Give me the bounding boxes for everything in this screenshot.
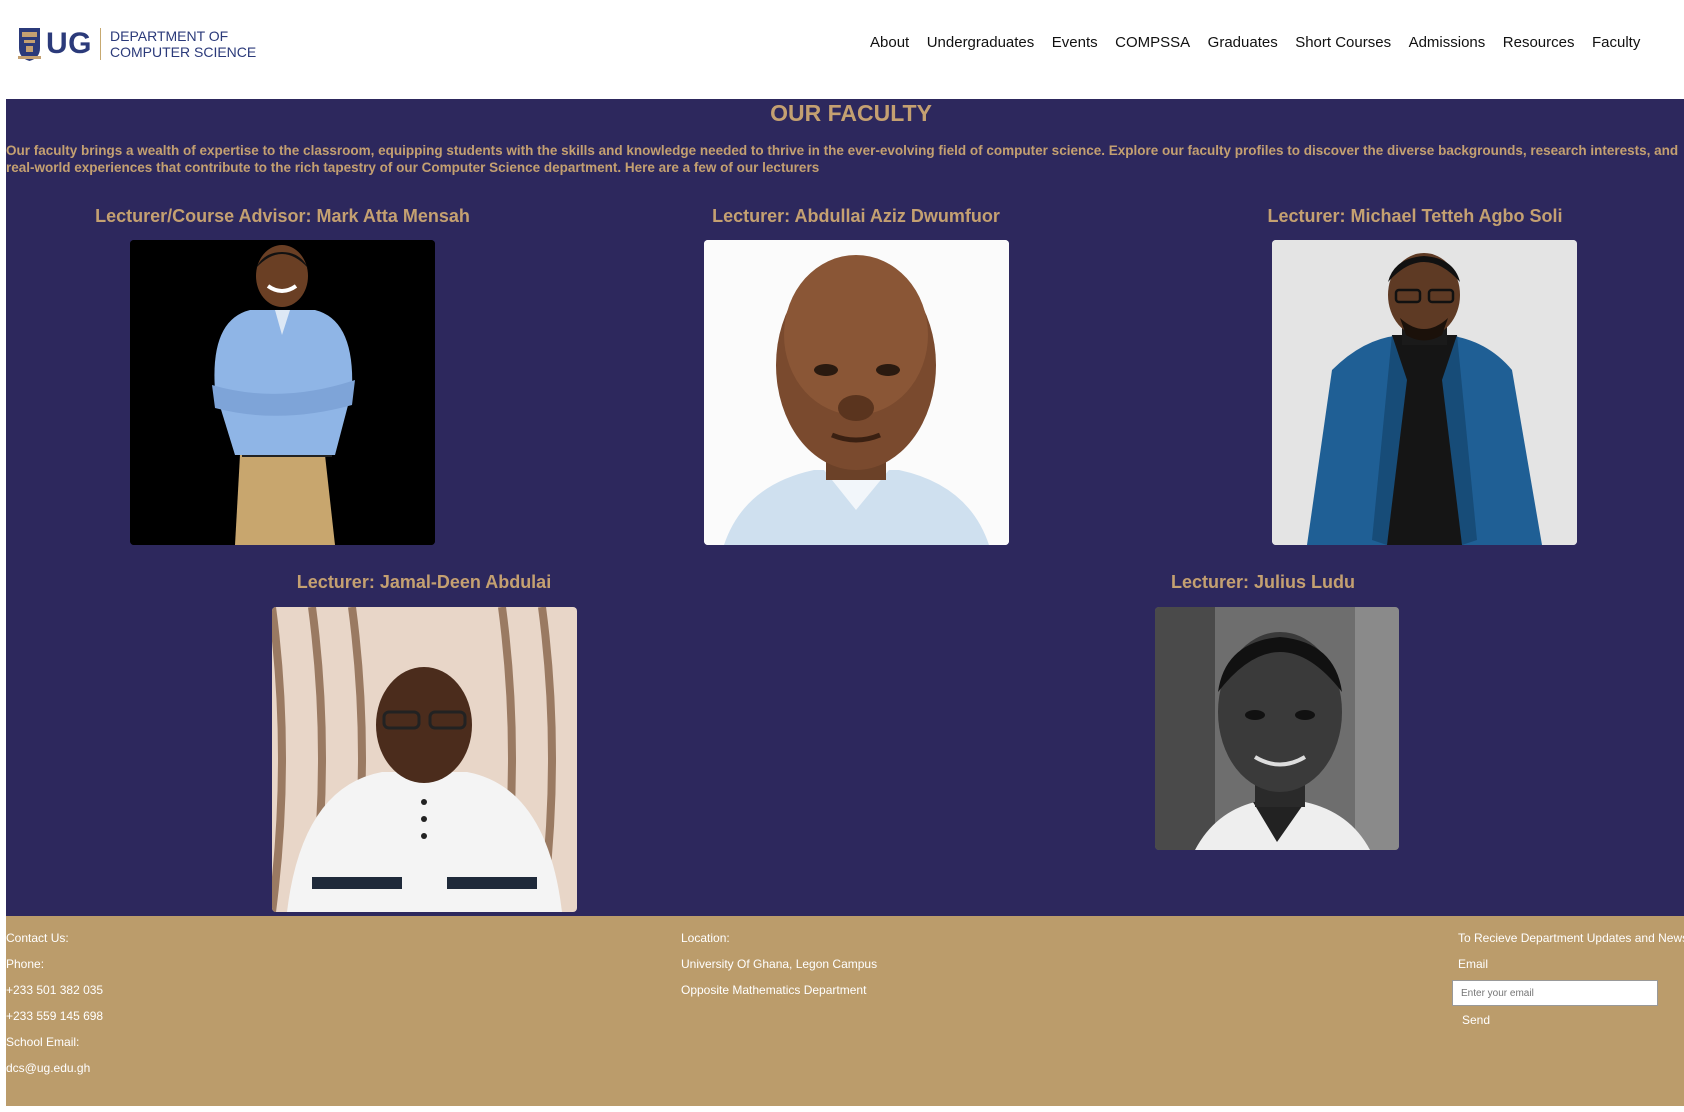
faculty-photo xyxy=(272,607,577,912)
site-footer: Contact Us: Phone: +233 501 382 035 +233… xyxy=(6,916,1684,1106)
site-header: UG DEPARTMENT OF COMPUTER SCIENCE About … xyxy=(0,0,1684,99)
page-title: OUR FACULTY xyxy=(770,100,932,126)
nav-short-courses[interactable]: Short Courses xyxy=(1295,34,1391,51)
footer-location: Location: University Of Ghana, Legon Cam… xyxy=(681,929,877,1007)
location-line: Opposite Mathematics Department xyxy=(681,983,867,997)
nav-graduates[interactable]: Graduates xyxy=(1208,34,1278,51)
faculty-card: Lecturer: Michael Tetteh Agbo Soli xyxy=(1140,206,1684,545)
ug-crest-icon xyxy=(18,28,41,61)
department-name: DEPARTMENT OF COMPUTER SCIENCE xyxy=(110,28,256,60)
person-photo-icon xyxy=(130,240,435,545)
school-email[interactable]: dcs@ug.edu.gh xyxy=(6,1059,103,1085)
newsletter-email-label: Email xyxy=(1458,957,1489,971)
nav-resources[interactable]: Resources xyxy=(1503,34,1575,51)
faculty-card: Lecturer: Abdullai Aziz Dwumfuor xyxy=(572,206,1140,545)
newsletter-heading: To Recieve Department Updates and News xyxy=(1458,931,1684,945)
site-logo[interactable]: UG DEPARTMENT OF COMPUTER SCIENCE xyxy=(17,26,256,62)
location-line: University Of Ghana, Legon Campus xyxy=(681,957,878,971)
faculty-name: Lecturer: Abdullai Aziz Dwumfuor xyxy=(712,206,1000,226)
faculty-card: Lecturer: Julius Ludu xyxy=(842,572,1684,917)
faculty-photo xyxy=(704,240,1009,545)
faculty-card: Lecturer: Jamal-Deen Abdulai xyxy=(6,572,842,917)
nav-about[interactable]: About xyxy=(870,34,909,51)
logo-divider xyxy=(100,28,101,60)
faculty-card: Lecturer/Course Advisor: Mark Atta Mensa… xyxy=(6,206,559,545)
faculty-section: OUR FACULTY Our faculty brings a wealth … xyxy=(6,99,1684,916)
faculty-name: Lecturer: Michael Tetteh Agbo Soli xyxy=(1267,206,1563,226)
faculty-photo xyxy=(1272,240,1577,545)
logo-text: UG xyxy=(46,27,92,60)
dept-line-2: COMPUTER SCIENCE xyxy=(110,44,257,60)
footer-contact: Contact Us: Phone: +233 501 382 035 +233… xyxy=(6,929,103,1085)
footer-newsletter: To Recieve Department Updates and News E… xyxy=(1458,929,1684,981)
nav-faculty[interactable]: Faculty xyxy=(1592,34,1640,51)
dept-line-1: DEPARTMENT OF xyxy=(110,28,229,44)
nav-admissions[interactable]: Admissions xyxy=(1409,34,1486,51)
faculty-photo xyxy=(130,240,435,545)
faculty-photo xyxy=(1155,607,1399,850)
phone-label: Phone: xyxy=(6,957,45,971)
nav-compssa[interactable]: COMPSSA xyxy=(1115,34,1190,51)
send-button[interactable]: Send xyxy=(1462,1013,1490,1027)
person-photo-icon xyxy=(1272,240,1577,545)
person-photo-icon xyxy=(704,240,1009,545)
email-label: School Email: xyxy=(6,1035,80,1049)
newsletter-email-input[interactable] xyxy=(1452,980,1658,1006)
faculty-name: Lecturer: Julius Ludu xyxy=(1170,572,1356,592)
faculty-name: Lecturer: Jamal-Deen Abdulai xyxy=(296,572,552,592)
person-photo-icon xyxy=(272,607,577,912)
contact-heading: Contact Us: xyxy=(6,931,69,945)
phone-number[interactable]: +233 501 382 035 xyxy=(6,981,103,1007)
nav-undergraduates[interactable]: Undergraduates xyxy=(927,34,1035,51)
main-nav: About Undergraduates Events COMPSSA Grad… xyxy=(870,34,1658,51)
nav-events[interactable]: Events xyxy=(1052,34,1098,51)
location-heading: Location: xyxy=(681,931,730,945)
faculty-name: Lecturer/Course Advisor: Mark Atta Mensa… xyxy=(95,206,470,226)
person-photo-icon xyxy=(1155,607,1399,850)
faculty-intro: Our faculty brings a wealth of expertise… xyxy=(6,143,1679,175)
phone-number[interactable]: +233 559 145 698 xyxy=(6,1007,103,1033)
